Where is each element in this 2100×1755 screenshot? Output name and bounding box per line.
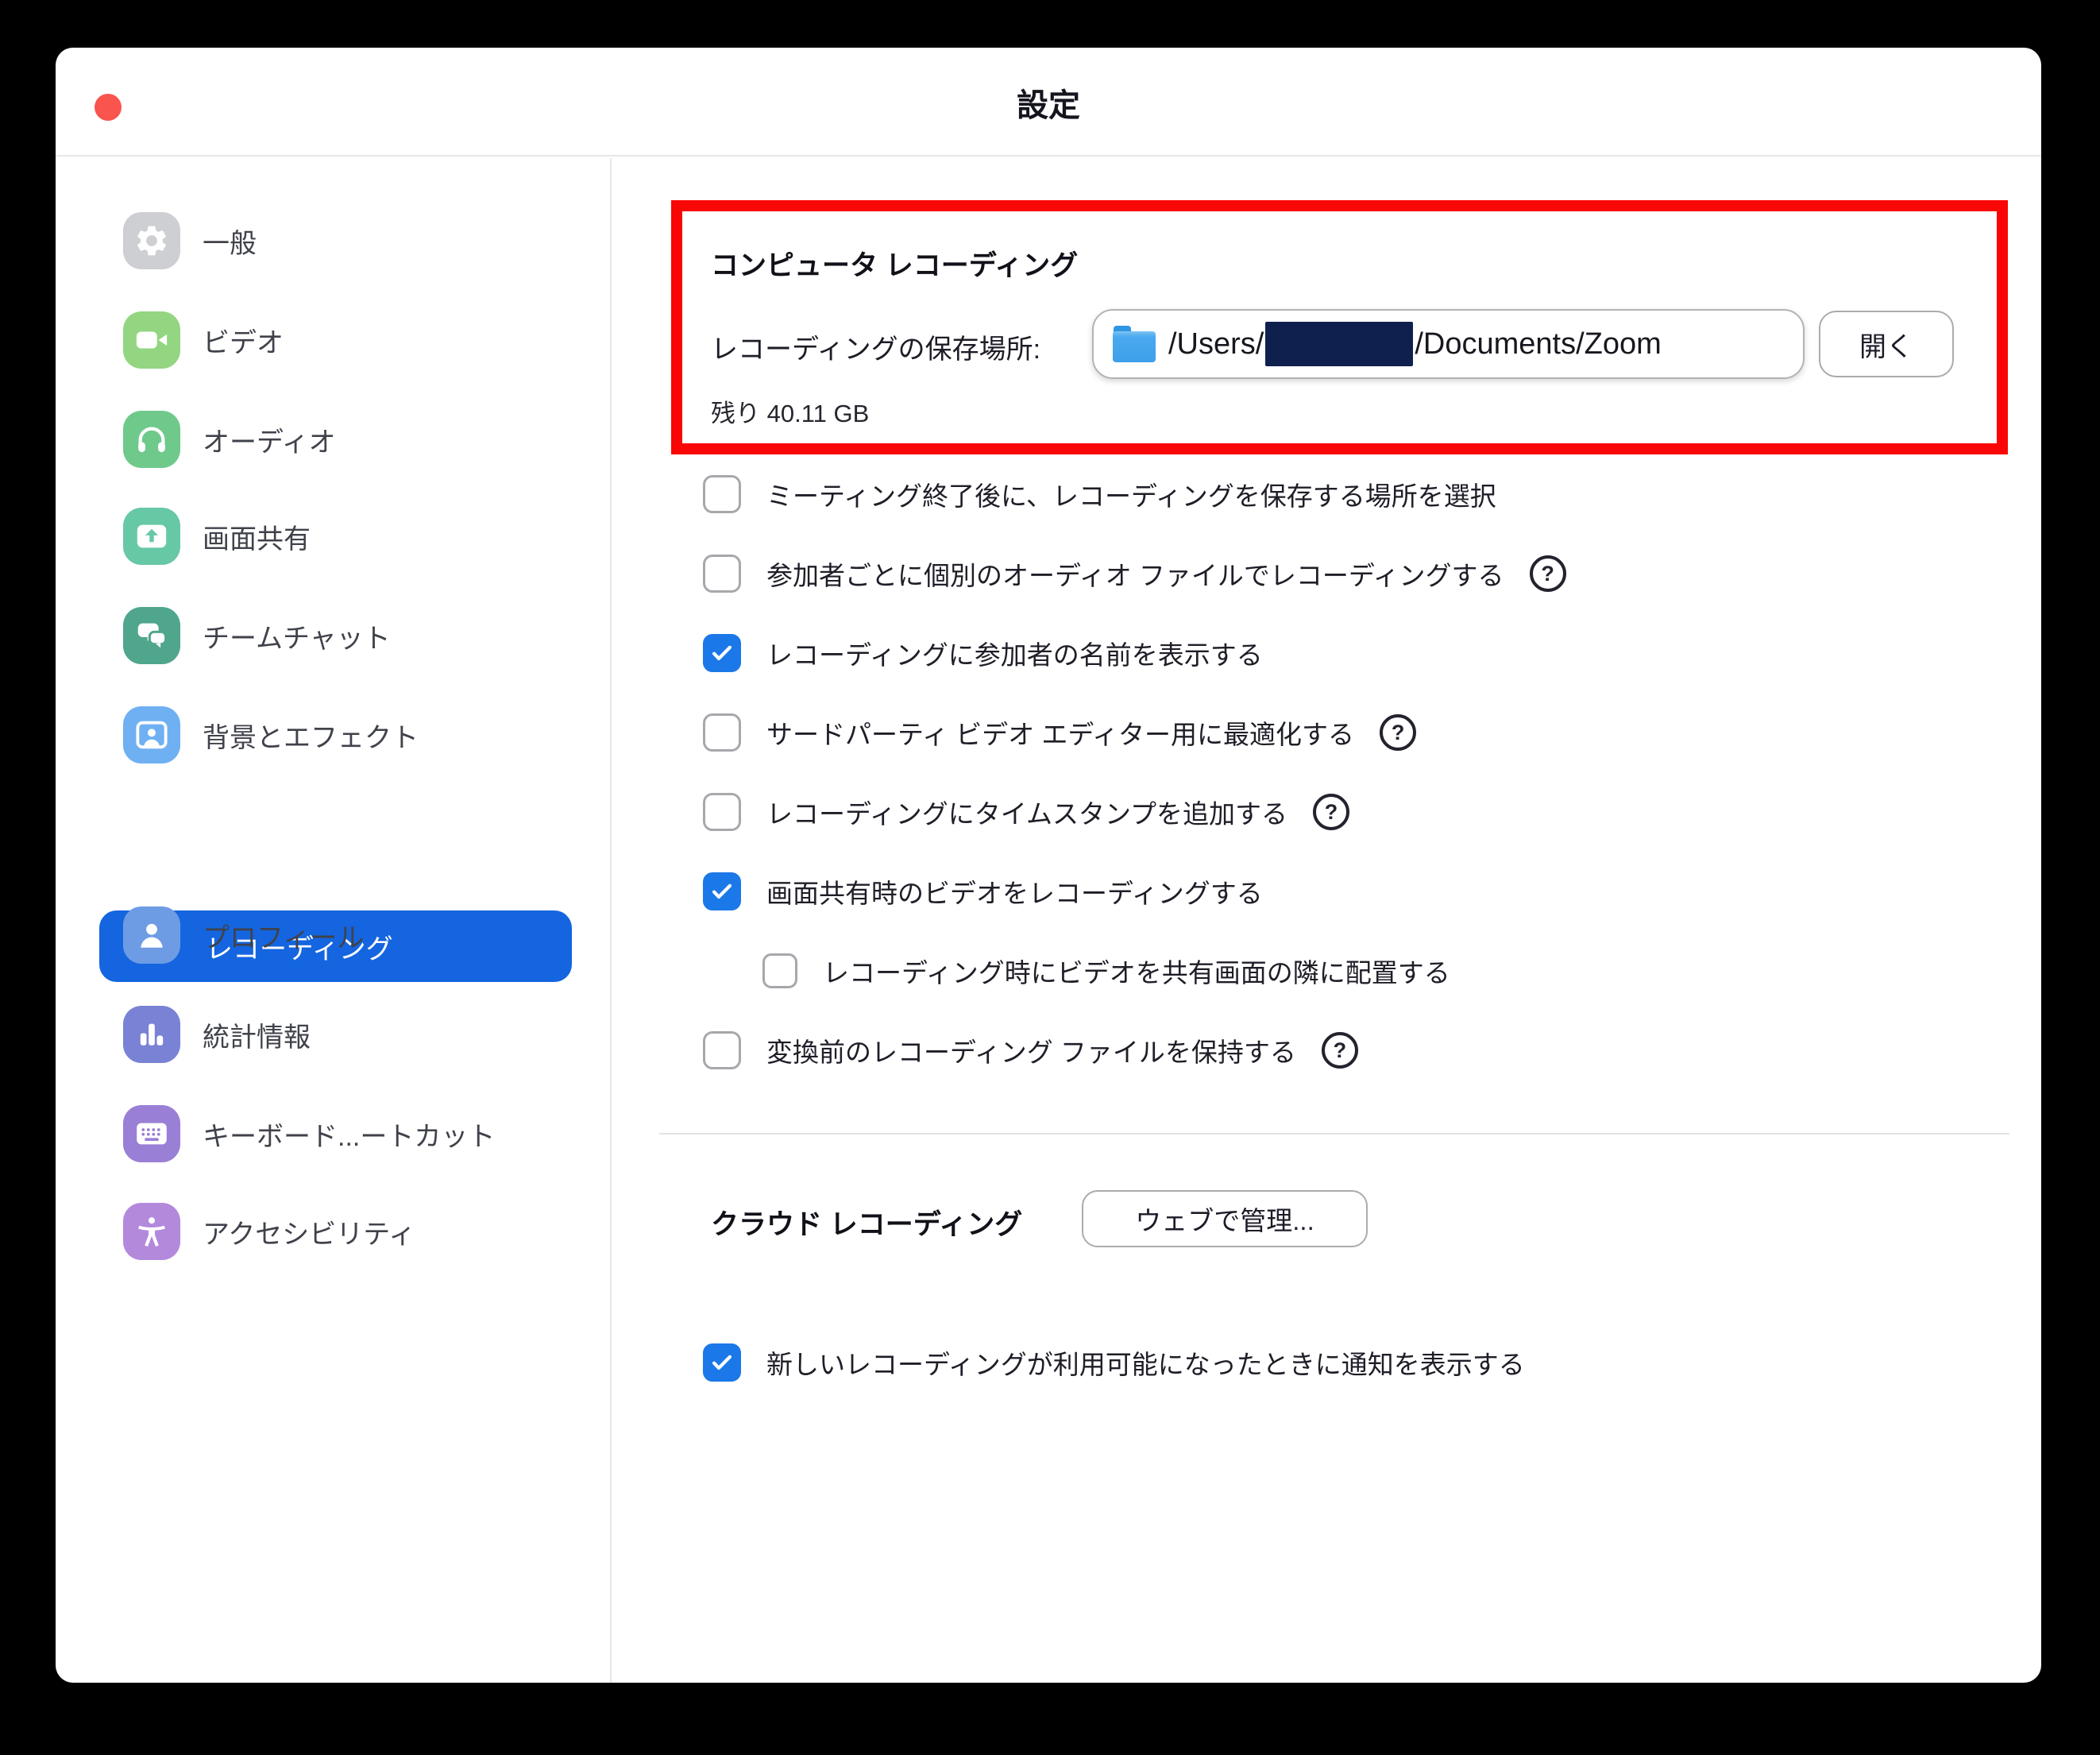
help-icon[interactable]: ?: [1313, 794, 1349, 830]
screen-share-icon: [123, 508, 180, 565]
checkbox[interactable]: [703, 793, 741, 831]
accessibility-icon: [123, 1203, 180, 1260]
settings-window: 設定 一般 ビデオ オーディオ 画面共有: [56, 48, 2041, 1683]
sidebar-item-label: 背景とエフェクト: [203, 716, 419, 755]
manage-on-web-button[interactable]: ウェブで管理...: [1082, 1190, 1368, 1247]
chat-bubbles-icon: [123, 607, 180, 664]
option-notify-new-recording[interactable]: 新しいレコーディングが利用可能になったときに通知を表示する: [703, 1339, 1525, 1386]
window-title: 設定: [56, 48, 2041, 157]
sidebar-item-label: 一般: [203, 222, 257, 261]
sidebar-item-video[interactable]: ビデオ: [56, 304, 612, 376]
titlebar: 設定: [56, 48, 2041, 157]
video-camera-icon: [123, 311, 180, 369]
checkbox[interactable]: [703, 475, 741, 513]
option-video-next-to-share[interactable]: レコーディング時にビデオを共有画面の隣に配置する: [762, 947, 1450, 995]
checkbox[interactable]: [703, 634, 741, 672]
headphones-icon: [123, 411, 180, 468]
sidebar-item-label: ビデオ: [203, 321, 284, 360]
sidebar-item-general[interactable]: 一般: [56, 205, 612, 276]
sidebar-item-profile[interactable]: プロフィール: [56, 899, 612, 971]
sidebar-item-statistics[interactable]: 統計情報: [56, 999, 612, 1070]
sidebar-item-label: プロフィール: [203, 916, 364, 955]
sidebar-item-screen-share[interactable]: 画面共有: [56, 501, 612, 572]
option-keep-original-files[interactable]: 変換前のレコーディング ファイルを保持する ?: [703, 1026, 1358, 1074]
option-timestamp[interactable]: レコーディングにタイムスタンプを追加する ?: [703, 788, 1349, 836]
option-record-video-during-share[interactable]: 画面共有時のビデオをレコーディングする: [703, 868, 1263, 915]
bar-chart-icon: [123, 1006, 180, 1063]
sidebar-item-background-effects[interactable]: 背景とエフェクト: [56, 699, 612, 771]
background-person-icon: [123, 706, 180, 763]
checkbox[interactable]: [703, 1343, 741, 1382]
person-icon: [123, 906, 180, 964]
option-choose-location[interactable]: ミーティング終了後に、レコーディングを保存する場所を選択: [703, 470, 1496, 518]
option-optimize-editor[interactable]: サードパーティ ビデオ エディター用に最適化する ?: [703, 709, 1416, 756]
keyboard-icon: [123, 1105, 180, 1162]
sidebar-item-team-chat[interactable]: チームチャット: [56, 600, 612, 671]
option-show-names[interactable]: レコーディングに参加者の名前を表示する: [703, 629, 1263, 677]
sidebar-item-label: 画面共有: [203, 517, 311, 556]
help-icon[interactable]: ?: [1380, 714, 1416, 751]
computer-recording-heading: コンピュータ レコーディング: [711, 243, 1078, 284]
option-separate-audio[interactable]: 参加者ごとに個別のオーディオ ファイルでレコーディングする ?: [703, 550, 1566, 597]
screen: { "window": { "title": "設定" }, "sidebar"…: [0, 0, 2100, 1755]
checkbox[interactable]: [762, 953, 797, 988]
help-icon[interactable]: ?: [1322, 1032, 1358, 1069]
checkbox[interactable]: [703, 713, 741, 752]
folder-icon: [1113, 326, 1156, 362]
sidebar-item-label: アクセシビリティ: [203, 1212, 415, 1251]
checkbox[interactable]: [703, 1031, 741, 1069]
sidebar-item-label: 統計情報: [203, 1015, 311, 1054]
sidebar-item-keyboard-shortcuts[interactable]: キーボード...ートカット: [56, 1098, 612, 1169]
sidebar-item-audio[interactable]: オーディオ: [56, 404, 612, 475]
sidebar-item-label: キーボード...ートカット: [203, 1115, 495, 1154]
help-icon[interactable]: ?: [1530, 555, 1566, 592]
section-divider: [659, 1133, 2009, 1135]
sidebar-item-label: チームチャット: [203, 617, 391, 655]
recording-location-label: レコーディングの保存場所:: [711, 327, 1040, 366]
sidebar-item-accessibility[interactable]: アクセシビリティ: [56, 1196, 612, 1267]
sidebar: 一般 ビデオ オーディオ 画面共有 チームチャット: [56, 158, 612, 1683]
cloud-recording-heading: クラウド レコーディング: [711, 1202, 1022, 1243]
remaining-storage-text: 残り 40.11 GB: [711, 393, 869, 429]
checkbox[interactable]: [703, 555, 741, 593]
recording-path-field[interactable]: /Users//Documents/Zoom: [1092, 309, 1805, 379]
checkbox[interactable]: [703, 872, 741, 910]
sidebar-item-label: オーディオ: [203, 420, 336, 459]
recording-path-text: /Users//Documents/Zoom: [1168, 322, 1662, 366]
redacted-username: [1265, 322, 1413, 366]
gear-icon: [123, 212, 180, 269]
open-button[interactable]: 開く: [1819, 311, 1954, 377]
